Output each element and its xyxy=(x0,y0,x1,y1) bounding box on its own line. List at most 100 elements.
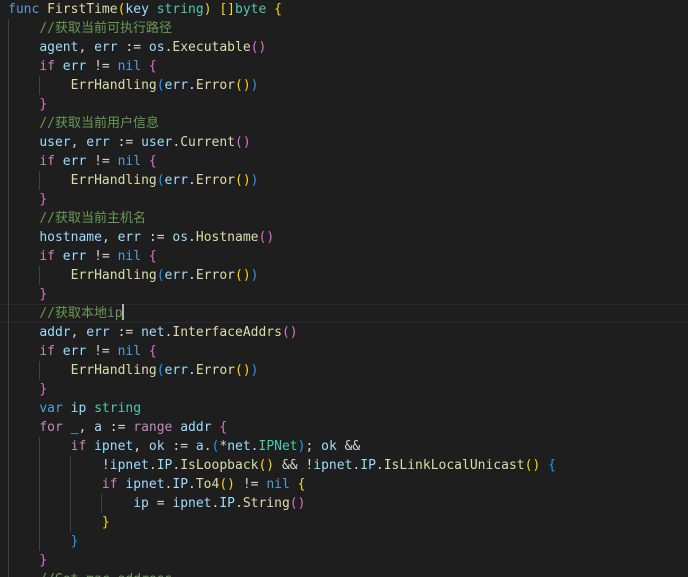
code-line[interactable]: agent, err := os.Executable() xyxy=(0,38,688,57)
indent-guide xyxy=(8,475,9,494)
code-line[interactable]: hostname, err := os.Hostname() xyxy=(0,228,688,247)
code-token: () xyxy=(258,230,275,245)
code-line[interactable]: ErrHandling(err.Error()) xyxy=(0,266,688,285)
code-token: nil xyxy=(117,344,142,359)
code-line[interactable]: //Get mac address xyxy=(0,570,688,577)
code-editor[interactable]: func FirstTime(key string) []byte { //获取… xyxy=(0,0,688,577)
code-token: . xyxy=(188,477,196,492)
code-token: { xyxy=(548,458,556,473)
code-token: , xyxy=(133,439,149,454)
code-token: } xyxy=(39,553,48,568)
code-token: . xyxy=(235,496,243,511)
code-token: addr xyxy=(180,420,212,435)
code-token: := xyxy=(164,439,196,454)
code-token: () xyxy=(250,40,267,55)
code-line[interactable]: if ipnet, ok := a.(*net.IPNet); ok && xyxy=(0,437,688,456)
code-token: } xyxy=(39,192,48,207)
code-line[interactable]: ErrHandling(err.Error()) xyxy=(0,171,688,190)
indent-guide xyxy=(8,399,9,418)
code-token: Current xyxy=(180,135,236,150)
code-line[interactable]: ErrHandling(err.Error()) xyxy=(0,76,688,95)
code-token: Hostname xyxy=(195,230,259,245)
code-token: net xyxy=(227,439,251,454)
code-token: . xyxy=(250,439,259,454)
code-token: //获取当前用户信息 xyxy=(39,116,159,131)
code-line[interactable]: for _, a := range addr { xyxy=(0,418,688,437)
code-token: ipnet xyxy=(125,477,165,492)
text-cursor xyxy=(121,304,124,320)
code-token: Executable xyxy=(172,40,251,55)
code-line[interactable]: if err != nil { xyxy=(0,342,688,361)
code-line[interactable]: //获取当前主机名 xyxy=(0,209,688,228)
code-line[interactable]: var ip string xyxy=(0,399,688,418)
code-token: ( xyxy=(156,173,165,188)
code-token: && ! xyxy=(274,458,314,473)
code-token: * xyxy=(219,439,228,454)
code-token: () xyxy=(235,135,251,150)
code-token: != xyxy=(235,477,267,492)
code-line[interactable]: if err != nil { xyxy=(0,57,688,76)
code-token: ipnet xyxy=(313,458,353,473)
code-token: err xyxy=(164,268,189,283)
code-line[interactable]: } xyxy=(0,95,688,114)
code-token: for xyxy=(39,420,63,435)
code-line[interactable]: } xyxy=(0,190,688,209)
indent-guide xyxy=(8,190,9,209)
code-line[interactable]: ip = ipnet.IP.String() xyxy=(0,494,688,513)
code-line[interactable]: if ipnet.IP.To4() != nil { xyxy=(0,475,688,494)
code-token: if xyxy=(101,477,118,492)
indent-guide xyxy=(70,456,71,475)
code-token: err xyxy=(62,59,87,74)
code-token: err xyxy=(86,135,110,150)
code-line[interactable]: //获取当前用户信息 xyxy=(0,114,688,133)
code-token: := xyxy=(101,420,134,435)
code-line[interactable]: } xyxy=(0,380,688,399)
code-token: addr xyxy=(39,325,71,340)
code-line[interactable]: } xyxy=(0,551,688,570)
code-line[interactable]: !ipnet.IP.IsLoopback() && !ipnet.IP.IsLi… xyxy=(0,456,688,475)
code-line[interactable]: if err != nil { xyxy=(0,152,688,171)
code-token: ) xyxy=(250,173,259,188)
code-token: ip xyxy=(70,401,87,416)
code-token: . xyxy=(188,230,196,245)
code-token: err xyxy=(164,78,189,93)
code-token: a xyxy=(94,420,102,435)
indent-guide xyxy=(8,171,9,190)
code-line[interactable]: ErrHandling(err.Error()) xyxy=(0,361,688,380)
code-token: ) xyxy=(250,363,259,378)
code-line[interactable]: } xyxy=(0,532,688,551)
code-line[interactable]: //获取本地ip xyxy=(0,304,688,323)
code-token: os xyxy=(172,230,189,245)
code-line[interactable]: } xyxy=(0,513,688,532)
code-line[interactable]: func FirstTime(key string) []byte { xyxy=(0,0,688,19)
code-token: ) xyxy=(250,78,259,93)
code-line[interactable]: if err != nil { xyxy=(0,247,688,266)
indent-guide xyxy=(8,380,9,399)
code-line[interactable]: user, err := user.Current() xyxy=(0,133,688,152)
code-token: InterfaceAddrs xyxy=(172,325,282,340)
code-line[interactable]: } xyxy=(0,285,688,304)
code-token: { xyxy=(297,477,306,492)
code-token: } xyxy=(39,287,48,302)
code-line[interactable]: addr, err := net.InterfaceAddrs() xyxy=(0,323,688,342)
indent-guide xyxy=(8,38,9,57)
indent-guide xyxy=(8,95,9,114)
code-line[interactable]: //获取当前可执行路径 xyxy=(0,19,688,38)
code-token: ErrHandling xyxy=(70,268,157,283)
code-token: ( xyxy=(156,268,165,283)
indent-guide xyxy=(8,285,9,304)
indent-guide xyxy=(8,228,9,247)
indent-guide xyxy=(8,437,9,456)
indent-guide xyxy=(8,551,9,570)
code-token: := xyxy=(117,40,149,55)
